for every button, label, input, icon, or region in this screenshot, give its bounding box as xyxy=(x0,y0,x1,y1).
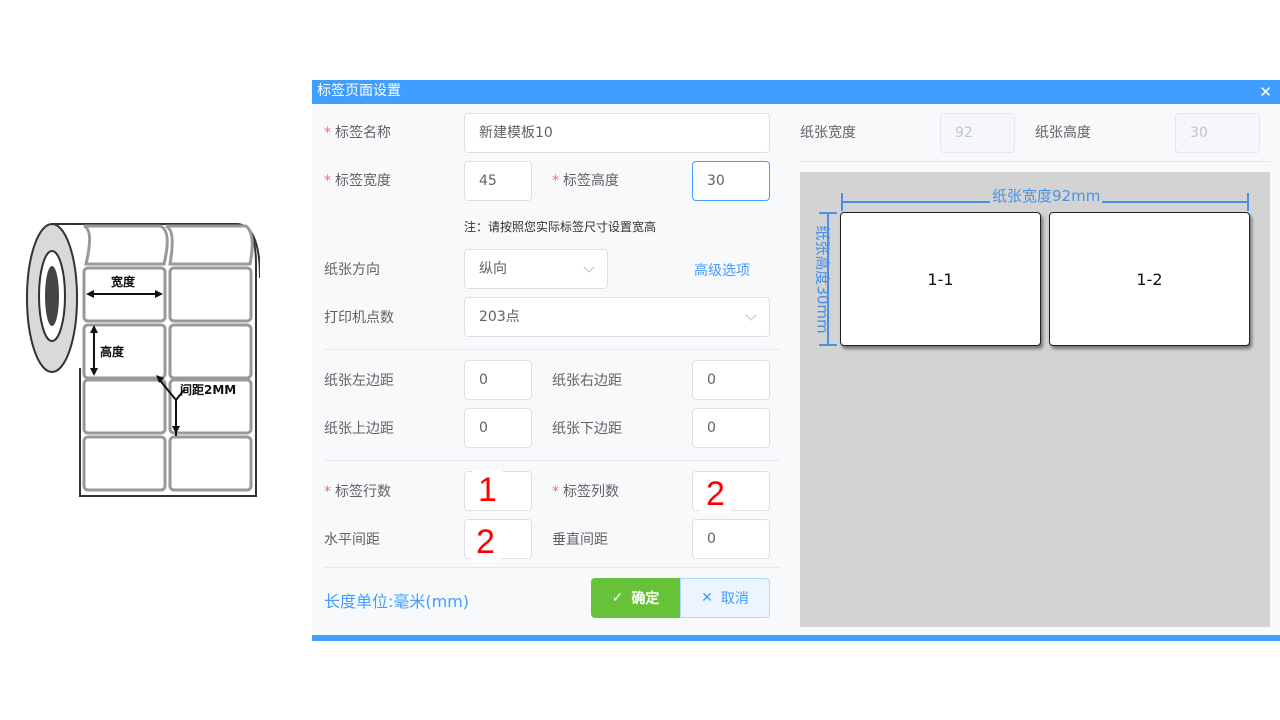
width-callout: 宽度 xyxy=(110,274,136,289)
printer-dpi-select[interactable]: 203点 xyxy=(464,297,770,337)
printer-dpi-label: 打印机点数 xyxy=(324,310,394,326)
orientation-select[interactable]: 纵向 xyxy=(464,249,608,289)
paper-height-input: 30 xyxy=(1175,113,1260,153)
check-icon: ✓ xyxy=(611,590,624,606)
h-gap-label: 水平间距 xyxy=(324,532,380,548)
preview-label-1-2: 1-2 xyxy=(1049,212,1250,346)
margin-right-label: 纸张右边距 xyxy=(552,373,622,389)
rows-annotation: 1 xyxy=(472,470,503,510)
divider xyxy=(324,567,780,568)
margin-top-label: 纸张上边距 xyxy=(324,421,394,437)
v-gap-input[interactable]: 0 xyxy=(692,519,770,559)
dialog-title: 标签页面设置 xyxy=(317,83,401,99)
advanced-options-link[interactable]: 高级选项 xyxy=(694,260,750,280)
dialog-bottom-bar xyxy=(312,635,1280,641)
confirm-button[interactable]: ✓ 确定 xyxy=(591,578,680,618)
close-icon[interactable]: ✕ xyxy=(1259,82,1272,102)
cols-annotation: 2 xyxy=(700,474,731,514)
unit-label: 长度单位:毫米(mm) xyxy=(324,592,470,611)
paper-width-label: 纸张宽度 xyxy=(800,125,856,141)
gap-callout: 间距2MM xyxy=(180,382,236,397)
dialog-titlebar: 标签页面设置 ✕ xyxy=(312,80,1280,104)
margin-bottom-label: 纸张下边距 xyxy=(552,421,622,437)
margin-left-label: 纸张左边距 xyxy=(324,373,394,389)
label-cols-label: * 标签列数 xyxy=(552,484,619,500)
close-icon: ✕ xyxy=(701,590,713,606)
label-name-input[interactable]: 新建模板10 xyxy=(464,113,770,153)
label-width-input[interactable]: 45 xyxy=(464,161,532,201)
height-callout: 高度 xyxy=(100,344,125,359)
chevron-down-icon xyxy=(583,261,595,273)
v-gap-label: 垂直间距 xyxy=(552,532,608,548)
size-note: 注：请按照您实际标签尺寸设置宽高 xyxy=(464,220,657,234)
chevron-down-icon xyxy=(745,309,757,321)
paper-height-label: 纸张高度 xyxy=(1035,125,1091,141)
label-preview: 纸张宽度92mm 纸张高度30mm 1-1 1-2 xyxy=(800,172,1270,627)
margin-left-input[interactable]: 0 xyxy=(464,360,532,400)
divider xyxy=(800,161,1270,162)
margin-right-input[interactable]: 0 xyxy=(692,360,770,400)
label-page-settings-dialog: 标签页面设置 ✕ * 标签名称 新建模板10 * 标签宽度 45 * 标签高度 30 … xyxy=(312,80,1280,641)
height-ruler-label: 纸张高度30mm xyxy=(813,225,832,334)
orientation-label: 纸张方向 xyxy=(324,262,380,278)
label-roll-illustration: 宽度 高度 间距2MM xyxy=(26,223,260,497)
label-height-input[interactable]: 30 xyxy=(692,161,770,201)
label-height-label: * 标签高度 xyxy=(552,173,619,189)
label-name-label: * 标签名称 xyxy=(324,125,391,141)
margin-bottom-input[interactable]: 0 xyxy=(692,408,770,448)
margin-top-input[interactable]: 0 xyxy=(464,408,532,448)
label-rows-label: * 标签行数 xyxy=(324,484,391,500)
h-gap-annotation: 2 xyxy=(470,522,501,562)
divider xyxy=(324,349,780,350)
label-width-label: * 标签宽度 xyxy=(324,173,391,189)
divider xyxy=(324,460,780,461)
cancel-button[interactable]: ✕ 取消 xyxy=(680,578,770,618)
preview-label-1-1: 1-1 xyxy=(840,212,1041,346)
width-ruler-label: 纸张宽度92mm xyxy=(990,185,1103,206)
paper-width-input: 92 xyxy=(940,113,1015,153)
